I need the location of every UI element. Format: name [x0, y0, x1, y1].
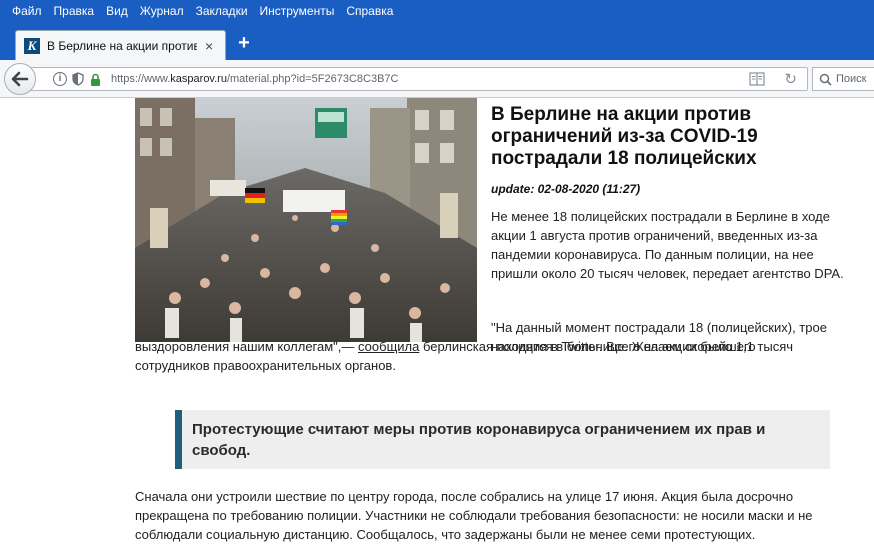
menu-bookmarks[interactable]: Закладки	[190, 0, 254, 22]
back-button[interactable]	[4, 63, 36, 95]
back-arrow-icon	[11, 71, 29, 87]
lock-icon[interactable]	[90, 73, 101, 86]
menu-history[interactable]: Журнал	[134, 0, 190, 22]
pull-quote: Протестующие считают меры против коронав…	[175, 410, 830, 469]
article-paragraph-1: Не менее 18 полицейских пострадали в Бер…	[491, 209, 844, 281]
search-icon	[819, 73, 832, 86]
url-bar[interactable]: i https://www.kasparov.ru/material.php?i…	[30, 67, 808, 91]
info-icon[interactable]: i	[53, 72, 67, 86]
article-paragraph-2-end: выздоровления нашим коллегам",— сообщила…	[135, 337, 855, 375]
article-paragraph-3: Сначала они устроили шествие по центру г…	[135, 489, 813, 542]
tab-active[interactable]: K В Берлине на акции против ... ×	[15, 30, 226, 60]
article-headline: В Берлине на акции против ограничений из…	[491, 104, 758, 169]
shield-icon[interactable]	[72, 72, 84, 86]
crowd-photo-illustration	[135, 98, 477, 342]
reload-icon[interactable]: ↻	[784, 70, 797, 88]
paragraph-text: выздоровления нашим коллегам",—	[135, 339, 359, 354]
menu-edit[interactable]: Правка	[48, 0, 101, 22]
menu-file[interactable]: Файл	[6, 0, 48, 22]
page-content: В Берлине на акции против ограничений из…	[0, 98, 874, 555]
url-text[interactable]: https://www.kasparov.ru/material.php?id=…	[111, 73, 398, 85]
tab-strip: K В Берлине на акции против ... × +	[0, 22, 874, 60]
menu-bar: Файл Правка Вид Журнал Закладки Инструме…	[0, 0, 874, 22]
tab-title: В Берлине на акции против ...	[47, 38, 197, 53]
site-favicon-icon: K	[24, 37, 40, 54]
search-box[interactable]: Поиск	[812, 67, 874, 91]
source-link[interactable]: сообщила	[358, 339, 419, 354]
reader-view-icon[interactable]	[749, 72, 765, 86]
article-photo	[135, 98, 477, 342]
new-tab-button[interactable]: +	[233, 32, 255, 54]
search-placeholder: Поиск	[836, 73, 867, 85]
close-tab-icon[interactable]: ×	[205, 39, 213, 53]
menu-help[interactable]: Справка	[340, 0, 399, 22]
menu-tools[interactable]: Инструменты	[254, 0, 341, 22]
article-update-date: update: 02-08-2020 (11:27)	[491, 182, 641, 196]
menu-view[interactable]: Вид	[100, 0, 134, 22]
nav-bar: i https://www.kasparov.ru/material.php?i…	[0, 60, 874, 98]
